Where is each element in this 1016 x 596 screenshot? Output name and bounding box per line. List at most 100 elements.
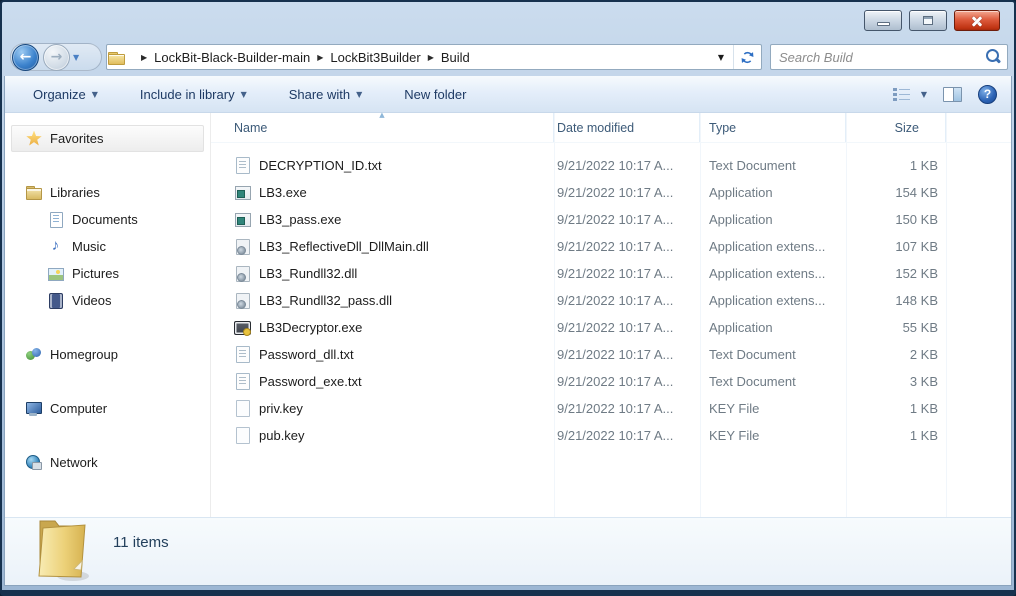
search-box: [770, 44, 1008, 70]
file-type: Application extens...: [700, 239, 846, 254]
file-row-priv-key[interactable]: priv.key9/21/2022 10:17 A...KEY File1 KB: [211, 395, 1011, 422]
file-name: Password_exe.txt: [259, 374, 362, 389]
toolbar-button-organize[interactable]: Organize ▼: [27, 83, 104, 106]
sidebar-item-label: Pictures: [72, 266, 119, 281]
toolbar-button-share-with[interactable]: Share with▼: [283, 83, 369, 106]
file-name: pub.key: [259, 428, 305, 443]
preview-pane-button[interactable]: [943, 87, 962, 102]
chevron-down-icon: ▼: [92, 90, 98, 99]
sidebar-item-favorites[interactable]: Favorites: [11, 125, 204, 152]
file-size: 154 KB: [846, 185, 946, 200]
close-icon: [970, 14, 984, 28]
file-row-decryption-id-txt[interactable]: DECRYPTION_ID.txt9/21/2022 10:17 A...Tex…: [211, 152, 1011, 179]
file-row-password-dll-txt[interactable]: Password_dll.txt9/21/2022 10:17 A...Text…: [211, 341, 1011, 368]
sidebar-item-label: Homegroup: [50, 347, 118, 362]
minimize-icon: [877, 22, 890, 26]
recent-pages-dropdown-icon[interactable]: ▼: [73, 53, 79, 62]
column-header-date-modified[interactable]: Date modified: [554, 113, 700, 142]
command-toolbar: Organize▼Include in library▼Share with▼N…: [5, 76, 1011, 113]
search-input[interactable]: [771, 50, 983, 65]
file-row-lb3-rundll32-dll[interactable]: LB3_Rundll32.dll9/21/2022 10:17 A...Appl…: [211, 260, 1011, 287]
back-button[interactable]: ←: [12, 44, 39, 71]
sidebar-item-pictures[interactable]: Pictures: [5, 260, 210, 287]
search-icon[interactable]: [983, 47, 1003, 67]
navigation-bar: ← → ▼ ▶LockBit-Black-Builder-main▶LockBi…: [2, 42, 1014, 72]
file-row-lb3-reflectivedll-dllmain-dll[interactable]: LB3_ReflectiveDll_DllMain.dll9/21/2022 1…: [211, 233, 1011, 260]
toolbar-button-label: Organize: [33, 87, 86, 102]
breadcrumb-separator-icon: ▶: [134, 53, 154, 62]
column-header-type[interactable]: Type: [700, 113, 846, 142]
dll-file-icon: [234, 292, 251, 309]
toolbar-button-label: Include in library: [140, 87, 235, 102]
sidebar-item-documents[interactable]: Documents: [5, 206, 210, 233]
close-button[interactable]: [954, 10, 1000, 31]
column-header-name[interactable]: ▲Name: [211, 113, 554, 142]
file-rows: DECRYPTION_ID.txt9/21/2022 10:17 A...Tex…: [211, 143, 1011, 517]
sidebar-item-computer[interactable]: Computer: [5, 395, 210, 422]
file-name-cell: LB3_Rundll32_pass.dll: [211, 292, 554, 309]
maximize-icon: [923, 16, 933, 25]
file-name-cell: Password_exe.txt: [211, 373, 554, 390]
file-row-password-exe-txt[interactable]: Password_exe.txt9/21/2022 10:17 A...Text…: [211, 368, 1011, 395]
folder-icon[interactable]: [107, 50, 125, 65]
file-name-cell: LB3.exe: [211, 184, 554, 201]
file-row-pub-key[interactable]: pub.key9/21/2022 10:17 A...KEY File1 KB: [211, 422, 1011, 449]
toolbar-buttons: Organize ▼ Include in library ▼ Share with▼ N…: [27, 83, 502, 106]
column-header-size[interactable]: Size: [846, 113, 946, 142]
breadcrumb-segment-lockbit-black-builder-main[interactable]: LockBit-Black-Builder-main: [154, 50, 310, 65]
sidebar-item-music[interactable]: ♪Music: [5, 233, 210, 260]
window-controls: [864, 10, 1000, 31]
breadcrumb-separator-icon: ▶: [421, 53, 441, 62]
file-name-cell: pub.key: [211, 427, 554, 444]
file-date: 9/21/2022 10:17 A...: [554, 428, 700, 443]
sidebar-item-videos[interactable]: Videos: [5, 287, 210, 314]
explorer-window: ← → ▼ ▶LockBit-Black-Builder-main▶LockBi…: [0, 0, 1016, 596]
file-name-cell: priv.key: [211, 400, 554, 417]
file-size: 55 KB: [846, 320, 946, 335]
file-size: 1 KB: [846, 401, 946, 416]
file-row-lb3decryptor-exe[interactable]: LB3Decryptor.exe9/21/2022 10:17 A...Appl…: [211, 314, 1011, 341]
file-row-lb3-pass-exe[interactable]: LB3_pass.exe9/21/2022 10:17 A...Applicat…: [211, 206, 1011, 233]
file-row-lb3-exe[interactable]: LB3.exe9/21/2022 10:17 A...Application15…: [211, 179, 1011, 206]
file-date: 9/21/2022 10:17 A...: [554, 401, 700, 416]
sidebar-item-network[interactable]: Network: [5, 449, 210, 476]
forward-button[interactable]: →: [43, 44, 70, 71]
maximize-button[interactable]: [909, 10, 947, 31]
details-pane: 11 items: [5, 517, 1011, 585]
column-header-label: Name: [234, 121, 267, 135]
help-button[interactable]: ?: [978, 85, 997, 104]
app-file-icon: [234, 184, 251, 201]
sidebar-item-label: Documents: [72, 212, 138, 227]
file-name-cell: LB3_ReflectiveDll_DllMain.dll: [211, 238, 554, 255]
toolbar-button-include-in-library[interactable]: Include in library ▼: [134, 83, 253, 106]
computer-icon: [25, 400, 42, 417]
file-row-lb3-rundll32-pass-dll[interactable]: LB3_Rundll32_pass.dll9/21/2022 10:17 A..…: [211, 287, 1011, 314]
file-size: 2 KB: [846, 347, 946, 362]
address-bar[interactable]: ▶LockBit-Black-Builder-main▶LockBit3Buil…: [106, 44, 762, 70]
file-size: 3 KB: [846, 374, 946, 389]
sidebar-item-label: Videos: [72, 293, 112, 308]
address-dropdown-icon[interactable]: ▼: [709, 45, 733, 69]
toolbar-button-new-folder[interactable]: New folder: [398, 83, 472, 106]
file-name-cell: Password_dll.txt: [211, 346, 554, 363]
toolbar-button-label: Share with: [289, 87, 350, 102]
breadcrumb-segment-build[interactable]: Build: [441, 50, 470, 65]
file-name: LB3_ReflectiveDll_DllMain.dll: [259, 239, 429, 254]
file-size: 148 KB: [846, 293, 946, 308]
change-view-button[interactable]: ▼: [893, 87, 927, 101]
file-name: priv.key: [259, 401, 303, 416]
refresh-button[interactable]: [733, 45, 761, 69]
breadcrumb-segment-lockbit3builder[interactable]: LockBit3Builder: [330, 50, 420, 65]
file-type: Application extens...: [700, 293, 846, 308]
file-type: Application: [700, 320, 846, 335]
file-size: 152 KB: [846, 266, 946, 281]
minimize-button[interactable]: [864, 10, 902, 31]
text-file-icon: [234, 373, 251, 390]
file-date: 9/21/2022 10:17 A...: [554, 266, 700, 281]
pictures-icon: [47, 265, 64, 282]
sidebar-item-homegroup[interactable]: Homegroup: [5, 341, 210, 368]
column-header-label: Size: [895, 121, 919, 135]
documents-icon: [47, 211, 64, 228]
sidebar-item-libraries[interactable]: Libraries: [5, 179, 210, 206]
chevron-down-icon: ▼: [241, 90, 247, 99]
